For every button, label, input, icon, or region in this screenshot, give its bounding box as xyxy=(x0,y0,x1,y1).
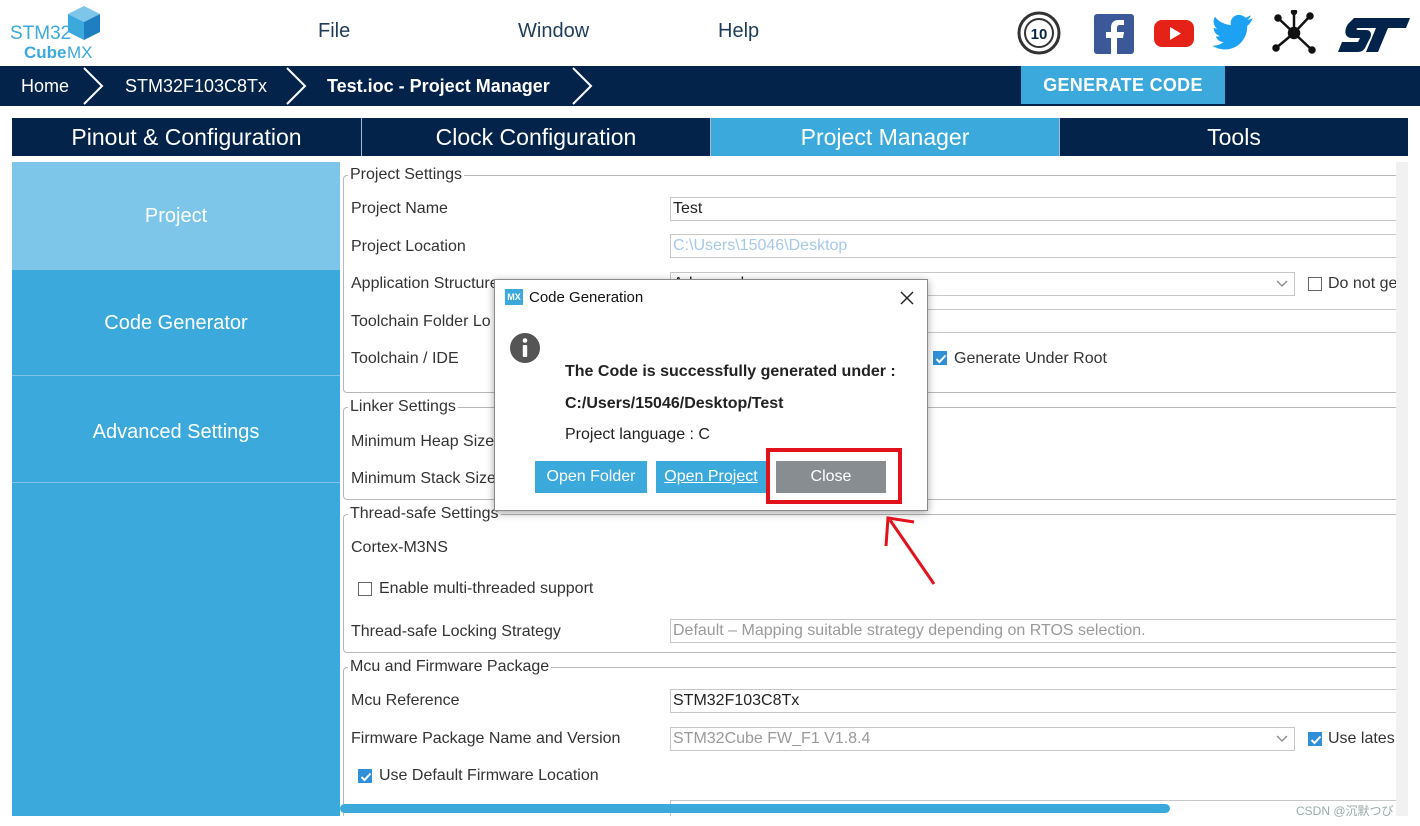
info-icon xyxy=(510,333,540,363)
network-icon[interactable] xyxy=(1272,10,1316,56)
breadcrumb-project[interactable]: Test.ioc - Project Manager xyxy=(327,66,550,106)
chevron-right-icon xyxy=(286,67,307,105)
highlight-box xyxy=(766,448,902,504)
logo-mx-text: MX xyxy=(67,43,93,62)
badge-number: 10 xyxy=(1031,26,1048,43)
close-icon[interactable] xyxy=(899,290,915,306)
generate-code-button[interactable]: GENERATE CODE xyxy=(1021,66,1225,104)
core-label: Cortex-M3NS xyxy=(351,539,448,556)
dialog-message-line1: The Code is successfully generated under… xyxy=(565,363,896,380)
min-heap-size-label: Minimum Heap Size xyxy=(351,433,495,450)
locking-strategy-input[interactable]: Default – Mapping suitable strategy depe… xyxy=(670,619,1408,643)
dialog-project-language: Project language : C xyxy=(565,426,710,443)
stm32cubemx-logo: STM32 Cube MX xyxy=(10,6,100,62)
sidebar-item-advanced-settings[interactable]: Advanced Settings xyxy=(12,376,340,482)
firmware-package-value: STM32Cube FW_F1 V1.8.4 xyxy=(673,730,871,747)
twitter-icon[interactable] xyxy=(1212,10,1256,56)
vertical-scrollbar[interactable] xyxy=(1396,162,1408,816)
section-legend: Project Settings xyxy=(348,166,465,184)
chevron-down-icon xyxy=(1276,280,1288,287)
watermark: CSDN @沉默つび xyxy=(1296,804,1394,818)
chevron-right-icon xyxy=(83,67,104,105)
default-firmware-location-checkbox[interactable] xyxy=(358,769,372,783)
dialog-output-path: C:/Users/15046/Desktop/Test xyxy=(565,395,784,412)
menu-file[interactable]: File xyxy=(318,20,350,43)
sidebar-item-code-generator[interactable]: Code Generator xyxy=(12,270,340,376)
use-latest-checkbox[interactable] xyxy=(1308,732,1322,746)
chevron-down-icon xyxy=(1276,735,1288,742)
open-folder-button[interactable]: Open Folder xyxy=(535,461,647,493)
main-tabs: Pinout & Configuration Clock Configurati… xyxy=(12,118,1408,156)
anniversary-badge-icon[interactable]: 10 xyxy=(1016,10,1062,56)
mcu-reference-input[interactable]: STM32F103C8Tx xyxy=(670,689,1408,713)
firmware-package-select[interactable]: STM32Cube FW_F1 V1.8.4 xyxy=(670,727,1295,751)
tab-tools[interactable]: Tools xyxy=(1059,118,1408,156)
multi-thread-label: Enable multi-threaded support xyxy=(379,580,594,597)
sidebar: Project Code Generator Advanced Settings xyxy=(12,162,340,816)
menu-window[interactable]: Window xyxy=(518,20,589,43)
sidebar-item-project[interactable]: Project xyxy=(12,162,340,270)
chevron-right-icon xyxy=(572,67,593,105)
st-logo-icon[interactable] xyxy=(1336,10,1412,56)
tab-pinout-configuration[interactable]: Pinout & Configuration xyxy=(12,118,361,156)
section-legend: Linker Settings xyxy=(348,398,458,416)
breadcrumb-home[interactable]: Home xyxy=(21,66,69,106)
menu-help[interactable]: Help xyxy=(718,20,759,43)
section-legend: Thread-safe Settings xyxy=(348,505,501,523)
min-stack-size-label: Minimum Stack Size xyxy=(351,470,496,487)
do-not-generate-checkbox[interactable] xyxy=(1308,277,1322,291)
facebook-icon[interactable] xyxy=(1092,10,1136,56)
youtube-icon[interactable] xyxy=(1152,10,1196,56)
generate-under-root-label: Generate Under Root xyxy=(954,350,1107,367)
locking-strategy-label: Thread-safe Locking Strategy xyxy=(351,623,561,640)
toolchain-ide-label: Toolchain / IDE xyxy=(351,350,459,367)
top-bar: STM32 Cube MX File Window Help 10 xyxy=(0,0,1420,66)
default-firmware-location-label: Use Default Firmware Location xyxy=(379,767,599,784)
toolchain-folder-label: Toolchain Folder Lo xyxy=(351,313,491,330)
mx-app-icon: MX xyxy=(505,289,523,305)
breadcrumb-mcu[interactable]: STM32F103C8Tx xyxy=(125,66,267,106)
dialog-title: Code Generation xyxy=(529,289,644,306)
tab-project-manager[interactable]: Project Manager xyxy=(710,118,1059,156)
open-project-button[interactable]: Open Project xyxy=(656,461,766,493)
use-latest-label: Use lates xyxy=(1328,730,1395,747)
project-name-label: Project Name xyxy=(351,200,448,217)
annotation-arrow-icon xyxy=(884,516,936,585)
mcu-reference-label: Mcu Reference xyxy=(351,692,460,709)
firmware-package-label: Firmware Package Name and Version xyxy=(351,730,621,747)
do-not-generate-label: Do not ge xyxy=(1328,275,1398,292)
logo-cube-text: Cube xyxy=(24,43,67,62)
application-structure-label: Application Structure xyxy=(351,275,499,292)
horizontal-scrollbar-thumb[interactable] xyxy=(340,804,1170,813)
checkmark-icon xyxy=(935,354,947,364)
section-legend: Mcu and Firmware Package xyxy=(348,658,552,676)
breadcrumb: Home STM32F103C8Tx Test.ioc - Project Ma… xyxy=(0,66,1420,106)
project-location-label: Project Location xyxy=(351,238,466,255)
tab-clock-configuration[interactable]: Clock Configuration xyxy=(361,118,710,156)
multi-thread-checkbox[interactable] xyxy=(358,582,372,596)
logo-stm32-text: STM32 xyxy=(10,23,71,44)
project-location-input[interactable]: C:\Users\15046\Desktop xyxy=(670,234,1408,258)
generate-under-root-checkbox[interactable] xyxy=(933,351,947,365)
checkmark-icon xyxy=(360,772,372,782)
sidebar-divider xyxy=(12,482,340,483)
project-name-input[interactable]: Test xyxy=(670,197,1408,221)
checkmark-icon xyxy=(1310,735,1322,745)
